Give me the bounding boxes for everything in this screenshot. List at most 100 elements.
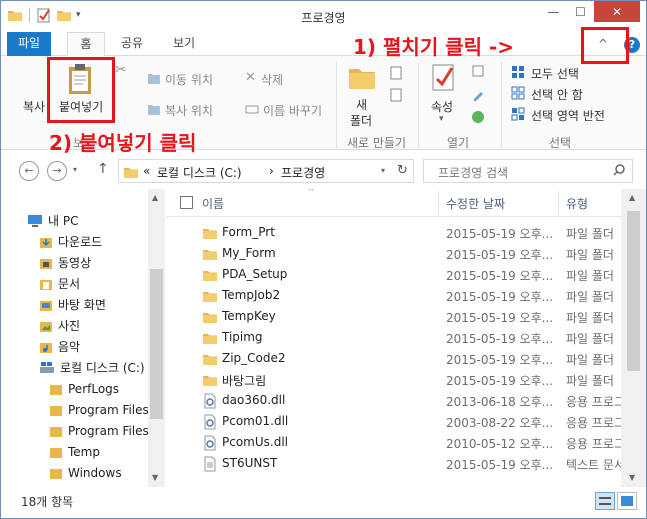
nav-item-local-disk[interactable]: 로컬 디스크 (C:): [39, 358, 145, 379]
dll-file-icon: [204, 435, 216, 451]
table-row[interactable]: TempJob2 2015-05-19 오후... 파일 폴더: [166, 285, 626, 306]
easy-access-icon[interactable]: [389, 88, 403, 102]
cut-icon[interactable]: ✂: [115, 62, 127, 78]
table-row[interactable]: PcomUs.dll 2010-05-12 오후... 응용 프로그: [166, 432, 626, 453]
invert-selection-icon: [511, 107, 525, 121]
address-dropdown-icon[interactable]: ▾: [381, 166, 385, 175]
divider: [501, 62, 502, 148]
forward-button[interactable]: →: [47, 161, 67, 181]
search-box[interactable]: 프로경영 검색: [423, 159, 633, 183]
new-folder-label-line2[interactable]: 폴더: [350, 112, 372, 129]
new-folder-label-line1[interactable]: 새: [356, 96, 367, 113]
table-row[interactable]: ST6UNST 2015-05-19 오후... 텍스트 문서: [166, 453, 626, 474]
scroll-down-icon[interactable]: ▼: [152, 473, 158, 482]
divider: [336, 62, 337, 148]
nav-item-videos[interactable]: 동영상: [39, 253, 91, 274]
tab-home[interactable]: 홈: [67, 32, 105, 57]
folder-icon: [203, 334, 217, 344]
nav-item-program-files-x86[interactable]: Program Files (: [49, 421, 157, 442]
group-open-label: 열기: [447, 136, 470, 150]
nav-item-desktop[interactable]: 바탕 화면: [39, 295, 106, 316]
breadcrumb-overflow[interactable]: «: [143, 164, 150, 178]
back-button[interactable]: ←: [19, 161, 39, 181]
nav-item-temp[interactable]: Temp: [49, 442, 100, 463]
window-controls: — ☐ ✕: [540, 1, 640, 22]
recent-locations-icon[interactable]: ▾: [73, 165, 77, 174]
refresh-icon[interactable]: ↻: [397, 163, 408, 178]
copy-to-button[interactable]: 복사 위치: [165, 102, 213, 119]
table-row[interactable]: PDA_Setup 2015-05-19 오후... 파일 폴더: [166, 264, 626, 285]
tab-share[interactable]: 공유: [113, 32, 151, 56]
select-none-button[interactable]: 선택 안 함: [531, 86, 583, 103]
select-all-checkbox[interactable]: [180, 196, 193, 209]
file-name: PDA_Setup: [222, 267, 288, 281]
file-type: 파일 폴더: [566, 311, 614, 325]
address-bar[interactable]: « 로컬 디스크 (C:) › 프로경영 ▾ ↻: [118, 159, 414, 183]
table-row[interactable]: Zip_Code2 2015-05-19 오후... 파일 폴더: [166, 348, 626, 369]
folder-icon: [124, 168, 138, 178]
file-type: 파일 폴더: [566, 248, 614, 262]
file-type: 파일 폴더: [566, 353, 614, 367]
file-date: 2013-06-18 오후...: [446, 395, 554, 409]
nav-item-music[interactable]: 음악: [39, 337, 80, 358]
table-row[interactable]: Form_Prt 2015-05-19 오후... 파일 폴더: [166, 222, 626, 243]
delete-button[interactable]: 삭제: [261, 71, 283, 88]
large-icons-view-button[interactable]: [617, 492, 637, 510]
title-bar: ▾ 프로경영 — ☐ ✕: [1, 1, 646, 32]
table-row[interactable]: TempKey 2015-05-19 오후... 파일 폴더: [166, 306, 626, 327]
file-date: 2015-05-19 오후...: [446, 269, 554, 283]
select-all-button[interactable]: 모두 선택: [531, 65, 579, 82]
rename-button[interactable]: 이름 바꾸기: [263, 102, 322, 119]
dll-file-icon: [204, 414, 216, 430]
nav-item-windows[interactable]: Windows: [49, 463, 122, 484]
tab-file[interactable]: 파일: [7, 32, 51, 56]
scroll-up-icon[interactable]: ▲: [629, 193, 635, 202]
scrollbar-thumb[interactable]: [627, 211, 640, 371]
folder-icon: [203, 292, 217, 302]
copy-button-partial[interactable]: 복사: [23, 98, 45, 115]
table-row[interactable]: Tipimg 2015-05-19 오후... 파일 폴더: [166, 327, 626, 348]
close-button[interactable]: ✕: [594, 1, 640, 22]
invert-selection-button[interactable]: 선택 영역 반전: [531, 107, 605, 124]
maximize-button[interactable]: ☐: [567, 1, 594, 22]
minimize-button[interactable]: —: [540, 1, 567, 22]
nav-item-program-files[interactable]: Program Files: [49, 400, 149, 421]
table-row[interactable]: My_Form 2015-05-19 오후... 파일 폴더: [166, 243, 626, 264]
history-icon[interactable]: [471, 110, 485, 124]
nav-item-pictures[interactable]: 사진: [39, 316, 80, 337]
breadcrumb-drive[interactable]: 로컬 디스크 (C:): [157, 164, 242, 181]
edit-icon[interactable]: [471, 88, 485, 102]
nav-item-label: 로컬 디스크 (C:): [60, 361, 145, 375]
file-name: Zip_Code2: [222, 351, 286, 365]
column-type[interactable]: 유형: [566, 195, 588, 212]
large-icons-view-icon: [621, 496, 633, 506]
nav-item-this-pc[interactable]: 내 PC: [27, 211, 78, 232]
breadcrumb-folder[interactable]: 프로경영: [281, 164, 325, 181]
column-name[interactable]: 이름: [202, 195, 224, 212]
nav-item-downloads[interactable]: 다운로드: [39, 232, 102, 253]
breadcrumb-separator[interactable]: ›: [269, 164, 274, 178]
chevron-down-icon[interactable]: ▾: [439, 114, 444, 124]
table-row[interactable]: dao360.dll 2013-06-18 오후... 응용 프로그: [166, 390, 626, 411]
details-view-button[interactable]: [595, 492, 615, 510]
up-arrow-icon[interactable]: ↑: [97, 161, 109, 177]
scrollbar-thumb[interactable]: [150, 269, 163, 419]
list-scrollbar[interactable]: ▲ ▼: [621, 189, 646, 487]
rename-icon: [245, 105, 259, 114]
tab-view[interactable]: 보기: [165, 32, 203, 56]
nav-item-perflogs[interactable]: PerfLogs: [49, 379, 119, 400]
move-to-button[interactable]: 이동 위치: [165, 71, 213, 88]
properties-button[interactable]: 속성: [431, 98, 453, 115]
scroll-up-icon[interactable]: ▲: [152, 193, 158, 202]
search-input[interactable]: 프로경영 검색: [438, 164, 508, 181]
column-date[interactable]: 수정한 날짜: [446, 195, 505, 212]
nav-item-documents[interactable]: 문서: [39, 274, 80, 295]
file-date: 2003-08-22 오후...: [446, 416, 554, 430]
new-item-icon[interactable]: [389, 66, 403, 80]
scroll-down-icon[interactable]: ▼: [629, 473, 635, 482]
nav-scrollbar[interactable]: ▲ ▼: [148, 189, 165, 487]
move-to-icon: [148, 74, 160, 84]
table-row[interactable]: 바탕그림 2015-05-19 오후... 파일 폴더: [166, 369, 626, 390]
table-row[interactable]: Pcom01.dll 2003-08-22 오후... 응용 프로그: [166, 411, 626, 432]
open-icon[interactable]: [471, 64, 485, 78]
